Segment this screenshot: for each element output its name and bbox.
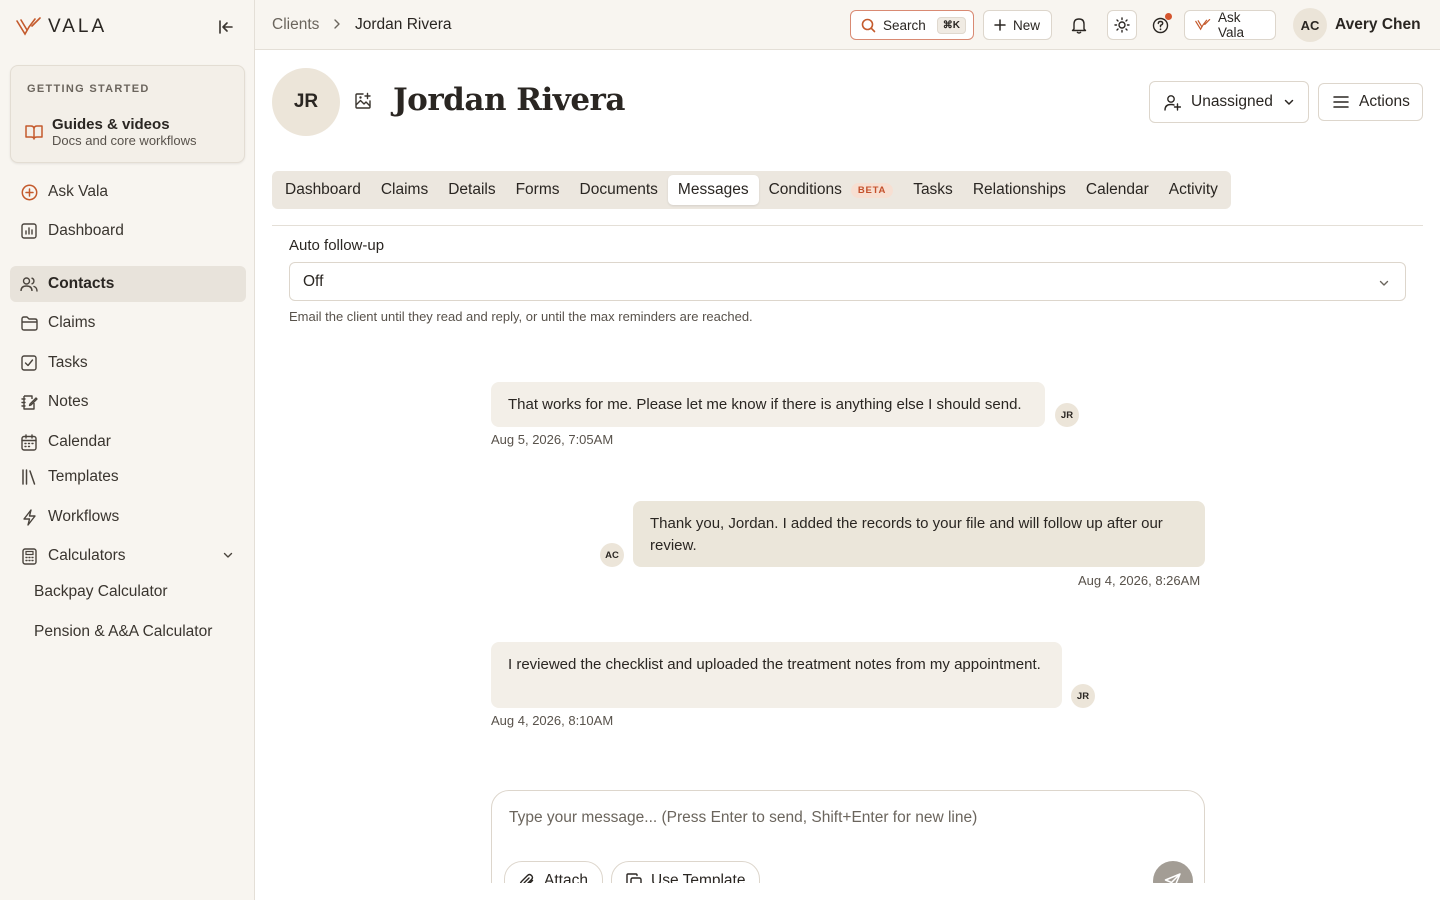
sidebar-item-label: Calculators xyxy=(48,547,126,564)
plus-circle-icon xyxy=(20,183,38,201)
assignee-dropdown[interactable]: Unassigned xyxy=(1149,81,1309,123)
chevron-down-icon[interactable] xyxy=(222,549,234,561)
message-avatar: JR xyxy=(1055,403,1079,427)
folder-icon xyxy=(20,314,38,332)
message-composer: Type your message... (Press Enter to sen… xyxy=(491,790,1205,883)
message-bubble: That works for me. Please let me know if… xyxy=(491,382,1045,427)
sidebar-item-label: Templates xyxy=(48,468,119,485)
sidebar-subitem-pension-calculator[interactable]: Pension & A&A Calculator xyxy=(34,623,212,641)
checkbox-icon xyxy=(20,354,38,372)
guides-subtitle: Docs and core workflows xyxy=(52,133,197,148)
tab-calendar[interactable]: Calendar xyxy=(1076,175,1159,205)
tab-documents[interactable]: Documents xyxy=(570,175,668,205)
guides-title: Guides & videos xyxy=(52,116,170,133)
tab-label: Conditions xyxy=(768,181,842,198)
sidebar-item-label: Notes xyxy=(48,393,89,410)
sidebar-item-contacts[interactable]: Contacts xyxy=(10,266,246,302)
sidebar-item-notes[interactable]: Notes xyxy=(10,384,246,420)
chart-icon xyxy=(20,222,38,240)
auto-follow-up-label: Auto follow-up xyxy=(289,237,385,254)
paperclip-icon xyxy=(519,873,535,883)
library-icon xyxy=(20,468,38,486)
tab-forms[interactable]: Forms xyxy=(506,175,570,205)
calendar-icon xyxy=(20,433,38,451)
auto-follow-up-select[interactable]: Off xyxy=(289,262,1406,301)
auto-follow-up-value: Off xyxy=(303,272,324,290)
message-avatar: JR xyxy=(1071,684,1095,708)
tab-details[interactable]: Details xyxy=(438,175,505,205)
actions-button[interactable]: Actions xyxy=(1318,83,1423,121)
divider xyxy=(272,225,1423,226)
collapse-left-icon xyxy=(217,18,235,36)
edit-photo-button[interactable] xyxy=(354,92,372,110)
tab-relationships[interactable]: Relationships xyxy=(963,175,1076,205)
lightning-icon xyxy=(20,508,38,526)
message-timestamp: Aug 5, 2026, 7:05AM xyxy=(491,432,614,447)
sidebar-item-label: Ask Vala xyxy=(48,183,109,200)
send-button[interactable] xyxy=(1153,861,1193,883)
sidebar-item-calendar[interactable]: Calendar xyxy=(10,424,246,460)
tab-dashboard[interactable]: Dashboard xyxy=(275,175,371,205)
vala-logo-icon xyxy=(16,17,42,37)
chevron-down-icon xyxy=(1378,277,1390,289)
brand-logo[interactable]: VALA xyxy=(16,14,107,40)
image-edit-icon xyxy=(354,92,372,110)
menu-icon xyxy=(1333,95,1349,109)
client-avatar: JR xyxy=(272,68,340,136)
sidebar-item-label: Tasks xyxy=(48,354,88,371)
message-input[interactable]: Type your message... (Press Enter to sen… xyxy=(509,809,977,827)
sidebar-item-label: Contacts xyxy=(48,275,115,292)
brand-name: VALA xyxy=(48,16,108,37)
assignee-label: Unassigned xyxy=(1191,93,1273,110)
tab-messages[interactable]: Messages xyxy=(667,175,759,205)
getting-started-card: GETTING STARTED Guides & videos Docs and… xyxy=(10,65,245,163)
tab-claims[interactable]: Claims xyxy=(371,175,438,205)
attach-label: Attach xyxy=(544,872,588,883)
guides-videos-link[interactable]: Guides & videos Docs and core workflows xyxy=(25,116,197,149)
users-icon xyxy=(20,275,38,293)
book-open-icon xyxy=(25,124,43,140)
tab-activity[interactable]: Activity xyxy=(1159,175,1228,205)
sidebar-item-claims[interactable]: Claims xyxy=(10,305,246,341)
sidebar-item-label: Calendar xyxy=(48,433,111,450)
client-name: Jordan Rivera xyxy=(393,82,625,118)
collapse-sidebar-button[interactable] xyxy=(214,15,238,39)
notes-icon xyxy=(20,393,38,411)
actions-label: Actions xyxy=(1359,93,1410,110)
sidebar-item-tasks[interactable]: Tasks xyxy=(10,345,246,381)
auto-follow-up-help: Email the client until they read and rep… xyxy=(289,309,753,324)
attach-button[interactable]: Attach xyxy=(504,861,603,883)
sidebar-item-label: Claims xyxy=(48,314,96,331)
sidebar-item-ask-vala[interactable]: Ask Vala xyxy=(10,174,246,210)
getting-started-heading: GETTING STARTED xyxy=(27,83,150,95)
client-tabs: Dashboard Claims Details Forms Documents… xyxy=(272,171,1231,209)
chevron-down-icon xyxy=(1283,96,1295,108)
copy-icon xyxy=(626,873,642,883)
use-template-button[interactable]: Use Template xyxy=(611,861,761,883)
sidebar-item-templates[interactable]: Templates xyxy=(10,459,246,495)
sidebar: VALA GETTING STARTED Guides & videos Doc… xyxy=(0,0,255,900)
message-timestamp: Aug 4, 2026, 8:26AM xyxy=(1078,573,1201,588)
main-content: JR Jordan Rivera Unassigned Actions Dash… xyxy=(255,0,1440,883)
sidebar-item-calculators[interactable]: Calculators xyxy=(10,538,246,574)
send-icon xyxy=(1164,872,1182,883)
message-avatar: AC xyxy=(600,543,624,567)
sidebar-item-label: Dashboard xyxy=(48,222,124,239)
tab-tasks[interactable]: Tasks xyxy=(903,175,963,205)
user-plus-icon xyxy=(1164,94,1181,111)
use-template-label: Use Template xyxy=(651,872,746,883)
sidebar-item-label: Workflows xyxy=(48,508,120,525)
beta-badge: BETA xyxy=(850,182,894,198)
sidebar-item-workflows[interactable]: Workflows xyxy=(10,499,246,535)
sidebar-subitem-backpay-calculator[interactable]: Backpay Calculator xyxy=(34,583,168,601)
message-timestamp: Aug 4, 2026, 8:10AM xyxy=(491,713,614,728)
tab-conditions[interactable]: Conditions BETA xyxy=(759,175,904,205)
message-bubble: Thank you, Jordan. I added the records t… xyxy=(633,501,1205,567)
sidebar-item-dashboard[interactable]: Dashboard xyxy=(10,213,246,249)
message-bubble: I reviewed the checklist and uploaded th… xyxy=(491,642,1062,708)
calculator-icon xyxy=(20,547,38,565)
